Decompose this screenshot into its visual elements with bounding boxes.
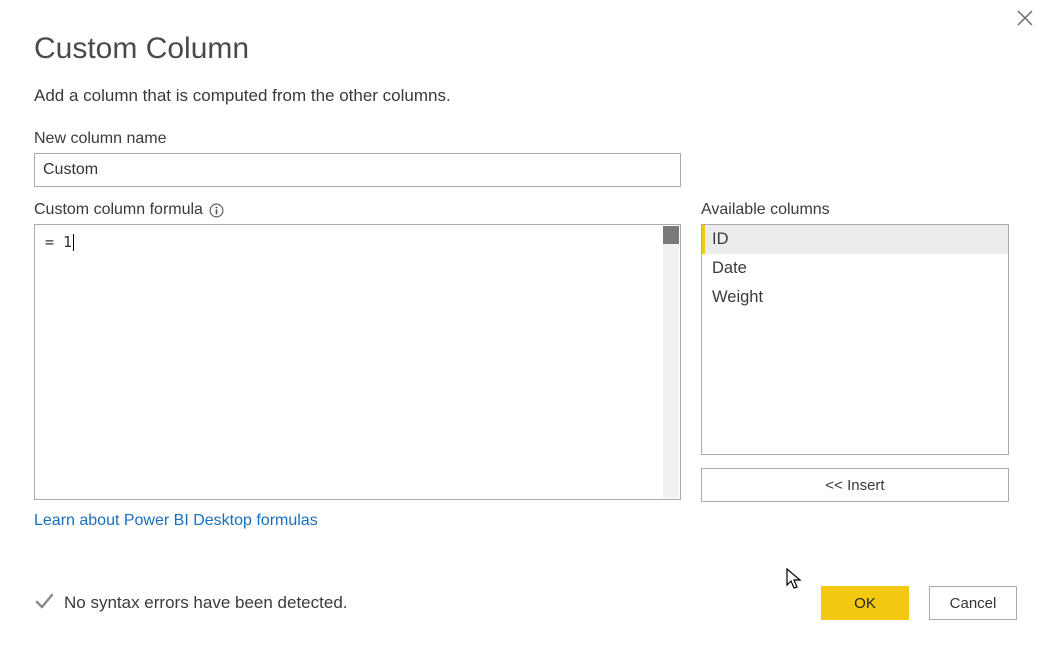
- available-columns-list[interactable]: ID Date Weight: [701, 224, 1009, 455]
- text-cursor: [73, 234, 74, 251]
- formula-input[interactable]: = 1: [34, 224, 681, 500]
- new-column-name-input[interactable]: [34, 153, 681, 187]
- close-icon: [1017, 9, 1033, 31]
- scrollbar-thumb[interactable]: [663, 226, 679, 244]
- custom-column-dialog: Custom Column Add a column that is compu…: [0, 0, 1051, 644]
- info-icon[interactable]: [209, 203, 224, 218]
- insert-button[interactable]: << Insert: [701, 468, 1009, 502]
- scrollbar-track[interactable]: [663, 226, 679, 498]
- status-row: No syntax errors have been detected.: [34, 591, 348, 616]
- formula-content: = 1: [45, 233, 72, 251]
- cancel-button[interactable]: Cancel: [929, 586, 1017, 620]
- column-item-id[interactable]: ID: [702, 225, 1008, 254]
- available-columns-label: Available columns: [701, 201, 1009, 219]
- formula-field-label: Custom column formula: [34, 201, 203, 219]
- column-item-date[interactable]: Date: [702, 254, 1008, 283]
- learn-formulas-link[interactable]: Learn about Power BI Desktop formulas: [34, 512, 318, 530]
- column-item-weight[interactable]: Weight: [702, 283, 1008, 312]
- ok-button[interactable]: OK: [821, 586, 909, 620]
- name-field-label: New column name: [34, 130, 1017, 148]
- close-button[interactable]: [1017, 10, 1033, 30]
- status-message: No syntax errors have been detected.: [64, 593, 348, 613]
- dialog-title: Custom Column: [34, 32, 1017, 66]
- dialog-subtitle: Add a column that is computed from the o…: [34, 86, 1017, 106]
- check-icon: [34, 591, 54, 616]
